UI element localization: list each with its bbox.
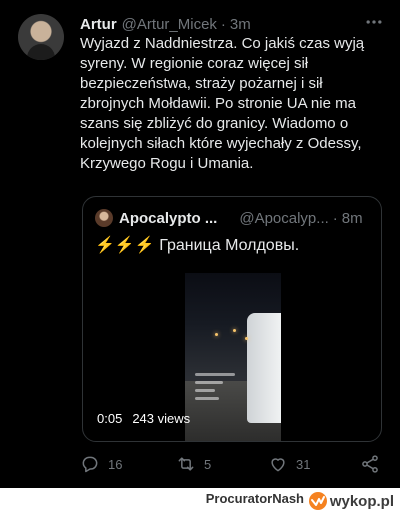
reply-icon [82, 456, 98, 473]
quoted-author-handle[interactable]: @Apocalyp... [239, 210, 328, 227]
more-icon[interactable] [362, 12, 386, 32]
tweet-text: Wyjazd z Naddniestrza. Co jakiś czas wyj… [80, 35, 365, 172]
retweet-button[interactable]: 5 [176, 452, 211, 476]
wykop-logo[interactable]: wykop.pl [308, 490, 394, 512]
share-button[interactable] [360, 452, 380, 476]
retweet-icon [178, 457, 194, 471]
quoted-separator: · [332, 209, 338, 227]
video-light [245, 337, 248, 340]
video-player[interactable] [185, 273, 281, 441]
quoted-avatar[interactable] [95, 209, 113, 227]
avatar[interactable] [18, 14, 64, 60]
reply-count: 16 [108, 456, 123, 472]
video-stats: 0:05 243 views [97, 411, 190, 426]
share-icon [362, 455, 378, 473]
lightning-emoji: ⚡⚡⚡ [95, 237, 155, 254]
quoted-tweet-header: Apocalypto ... @Apocalyp... · 8m [95, 209, 369, 227]
retweet-count: 5 [204, 456, 212, 472]
tweet-card: Artur @Artur_Micek · 3m Wyjazd z Naddnie… [0, 0, 400, 488]
video-light [215, 333, 218, 336]
quoted-text: Граница Молдовы. [159, 237, 300, 254]
like-button[interactable]: 31 [268, 452, 310, 476]
wykop-footer: ProcuratorNash z wykop.pl [0, 488, 400, 513]
quoted-author-name[interactable]: Apocalypto ... [119, 210, 217, 227]
author-handle[interactable]: @Artur_Micek [122, 16, 217, 33]
like-icon [271, 458, 285, 472]
timestamp[interactable]: 3m [230, 16, 251, 33]
video-duration: 0:05 [97, 411, 123, 426]
quoted-timestamp[interactable]: 8m [342, 210, 363, 227]
like-count: 31 [296, 456, 311, 472]
action-bar: 16 5 31 [80, 452, 384, 476]
video-light [233, 329, 236, 332]
video-overlay-ui [195, 373, 235, 409]
author-name[interactable]: Artur [80, 16, 117, 33]
video-views: 243 views [132, 411, 191, 426]
tweet-header: Artur @Artur_Micek · 3m [80, 14, 380, 34]
wykop-logo-icon [308, 492, 327, 510]
quoted-tweet[interactable]: Apocalypto ... @Apocalyp... · 8m ⚡⚡⚡ Гра… [82, 196, 382, 442]
separator: · [220, 15, 226, 33]
video-van [247, 313, 281, 423]
reply-button[interactable]: 16 [80, 452, 122, 476]
footer-username[interactable]: ProcuratorNash [206, 491, 304, 506]
wykop-logo-text: wykop.pl [329, 492, 394, 510]
quoted-tweet-text: ⚡⚡⚡ Граница Молдовы. [95, 235, 299, 255]
